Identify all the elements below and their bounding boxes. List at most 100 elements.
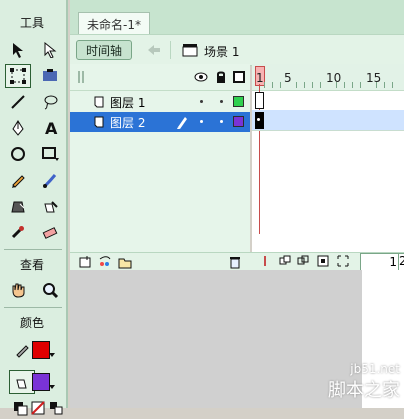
- empty-keyframe[interactable]: [255, 92, 264, 109]
- divider: [170, 41, 171, 59]
- keyframe-dot: [257, 118, 260, 121]
- gradient-transform-icon: [43, 69, 57, 81]
- oval-tool[interactable]: [6, 143, 30, 165]
- frame-ruler: 1 5 10 15: [252, 64, 404, 91]
- add-folder-icon[interactable]: [118, 255, 132, 269]
- pen-icon: [12, 120, 24, 136]
- frame-controls: 1 2: [252, 252, 404, 271]
- zoom-tool[interactable]: [38, 279, 62, 301]
- back-arrow-icon[interactable]: [146, 43, 162, 57]
- tools-panel: 工具 A 查看 颜色: [0, 0, 68, 416]
- gradient-transform-tool[interactable]: [38, 65, 62, 87]
- layer-icon: [94, 116, 104, 128]
- tab-document[interactable]: 未命名-1*: [78, 12, 150, 35]
- layers-header: [70, 64, 250, 91]
- add-motion-guide-icon[interactable]: [98, 255, 112, 269]
- layer-color-swatch[interactable]: [233, 96, 244, 107]
- modify-onion-markers-icon[interactable]: [336, 254, 350, 268]
- lasso-icon: [44, 95, 58, 110]
- outline-icon[interactable]: [232, 70, 246, 84]
- frame-rate-partial: 2: [399, 254, 404, 268]
- watermark-small: jb51.net: [350, 362, 400, 376]
- eyedropper-icon: [11, 226, 24, 239]
- zoom-icon: [43, 283, 59, 299]
- visibility-dot[interactable]: [200, 120, 203, 123]
- rectangle-icon: [42, 147, 59, 161]
- document-tab-title: 未命名-1*: [87, 17, 141, 32]
- tools-title: 工具: [19, 16, 44, 30]
- selection-tool[interactable]: [6, 39, 30, 61]
- tab-bar: 未命名-1*: [70, 0, 404, 35]
- pencil-icon: [16, 345, 29, 358]
- visibility-dot[interactable]: [200, 100, 203, 103]
- paint-bucket-icon: [16, 379, 27, 389]
- pen-tool[interactable]: [6, 117, 30, 139]
- onion-skin-icon[interactable]: [278, 254, 292, 268]
- eyedropper-tool[interactable]: [6, 221, 30, 243]
- layer-row[interactable]: 图层 2: [70, 112, 250, 132]
- ruler-number: 5: [284, 71, 292, 85]
- rectangle-tool[interactable]: [38, 143, 62, 165]
- chevron-down-icon: [49, 353, 55, 357]
- hand-icon: [12, 283, 25, 298]
- layer-name[interactable]: 图层 1: [110, 94, 145, 111]
- frame-rate-field[interactable]: 2: [398, 253, 404, 271]
- center-frame-icon[interactable]: [258, 254, 272, 268]
- grip-icon: [78, 71, 84, 83]
- layer-name[interactable]: 图层 2: [110, 114, 145, 131]
- fill-color-swatch[interactable]: [32, 373, 50, 391]
- swap-colors-icon: [50, 402, 63, 415]
- layer-row[interactable]: 图层 1: [70, 92, 250, 112]
- line-icon: [11, 95, 25, 109]
- frame-grid[interactable]: [252, 90, 404, 200]
- pencil-icon: [12, 175, 25, 188]
- free-transform-icon: [10, 68, 26, 84]
- lock-icon[interactable]: [214, 70, 228, 84]
- delete-layer-icon[interactable]: [228, 255, 242, 269]
- current-frame-value: 1: [389, 255, 397, 269]
- eraser-icon: [42, 227, 58, 239]
- ruler-number: 15: [366, 71, 382, 85]
- watermark-big: 脚本之家: [328, 380, 400, 401]
- timeline-button[interactable]: 时间轴: [76, 40, 132, 60]
- current-frame-field[interactable]: 1: [360, 253, 400, 271]
- subselection-arrow-icon: [44, 42, 57, 58]
- free-transform-tool[interactable]: [5, 64, 31, 88]
- chevron-down-icon: [49, 385, 55, 389]
- text-icon: A: [45, 120, 58, 136]
- swap-colors-tool[interactable]: [44, 397, 68, 419]
- ruler-number: 10: [326, 71, 342, 85]
- pencil-tool[interactable]: [6, 169, 30, 191]
- hand-tool[interactable]: [6, 279, 30, 301]
- watermark: jb51.net 脚本之家: [328, 362, 400, 402]
- layers-panel: 图层 1 图层 2: [70, 64, 250, 252]
- stroke-color-swatch[interactable]: [32, 341, 50, 359]
- text-tool[interactable]: A: [38, 117, 62, 139]
- eye-icon[interactable]: [194, 70, 208, 84]
- ink-bottle-tool[interactable]: [6, 195, 30, 217]
- onion-skin-outlines-icon[interactable]: [296, 254, 310, 268]
- brush-tool[interactable]: [38, 169, 62, 191]
- oval-icon: [11, 147, 25, 161]
- selection-arrow-icon: [13, 43, 23, 58]
- pencil-icon: [177, 117, 187, 129]
- line-tool[interactable]: [6, 91, 30, 113]
- paint-bucket-tool[interactable]: [38, 195, 62, 217]
- layer-color-swatch[interactable]: [233, 116, 244, 127]
- lock-dot[interactable]: [220, 120, 223, 123]
- fill-color-tool[interactable]: [9, 370, 35, 394]
- frame-row[interactable]: [252, 90, 404, 111]
- edit-multiple-frames-icon[interactable]: [316, 254, 330, 268]
- layer-icon: [94, 96, 104, 108]
- lasso-tool[interactable]: [38, 91, 62, 113]
- lock-dot[interactable]: [220, 100, 223, 103]
- scene-icon: [182, 44, 198, 57]
- scene-label: 场景 1: [204, 45, 240, 59]
- frame-row[interactable]: [252, 110, 404, 131]
- eraser-tool[interactable]: [38, 221, 62, 243]
- subselection-tool[interactable]: [38, 39, 62, 61]
- stroke-color-tool[interactable]: [10, 339, 34, 361]
- color-title: 颜色: [19, 316, 44, 330]
- add-layer-icon[interactable]: [78, 255, 92, 269]
- ruler-number: 1: [256, 71, 264, 85]
